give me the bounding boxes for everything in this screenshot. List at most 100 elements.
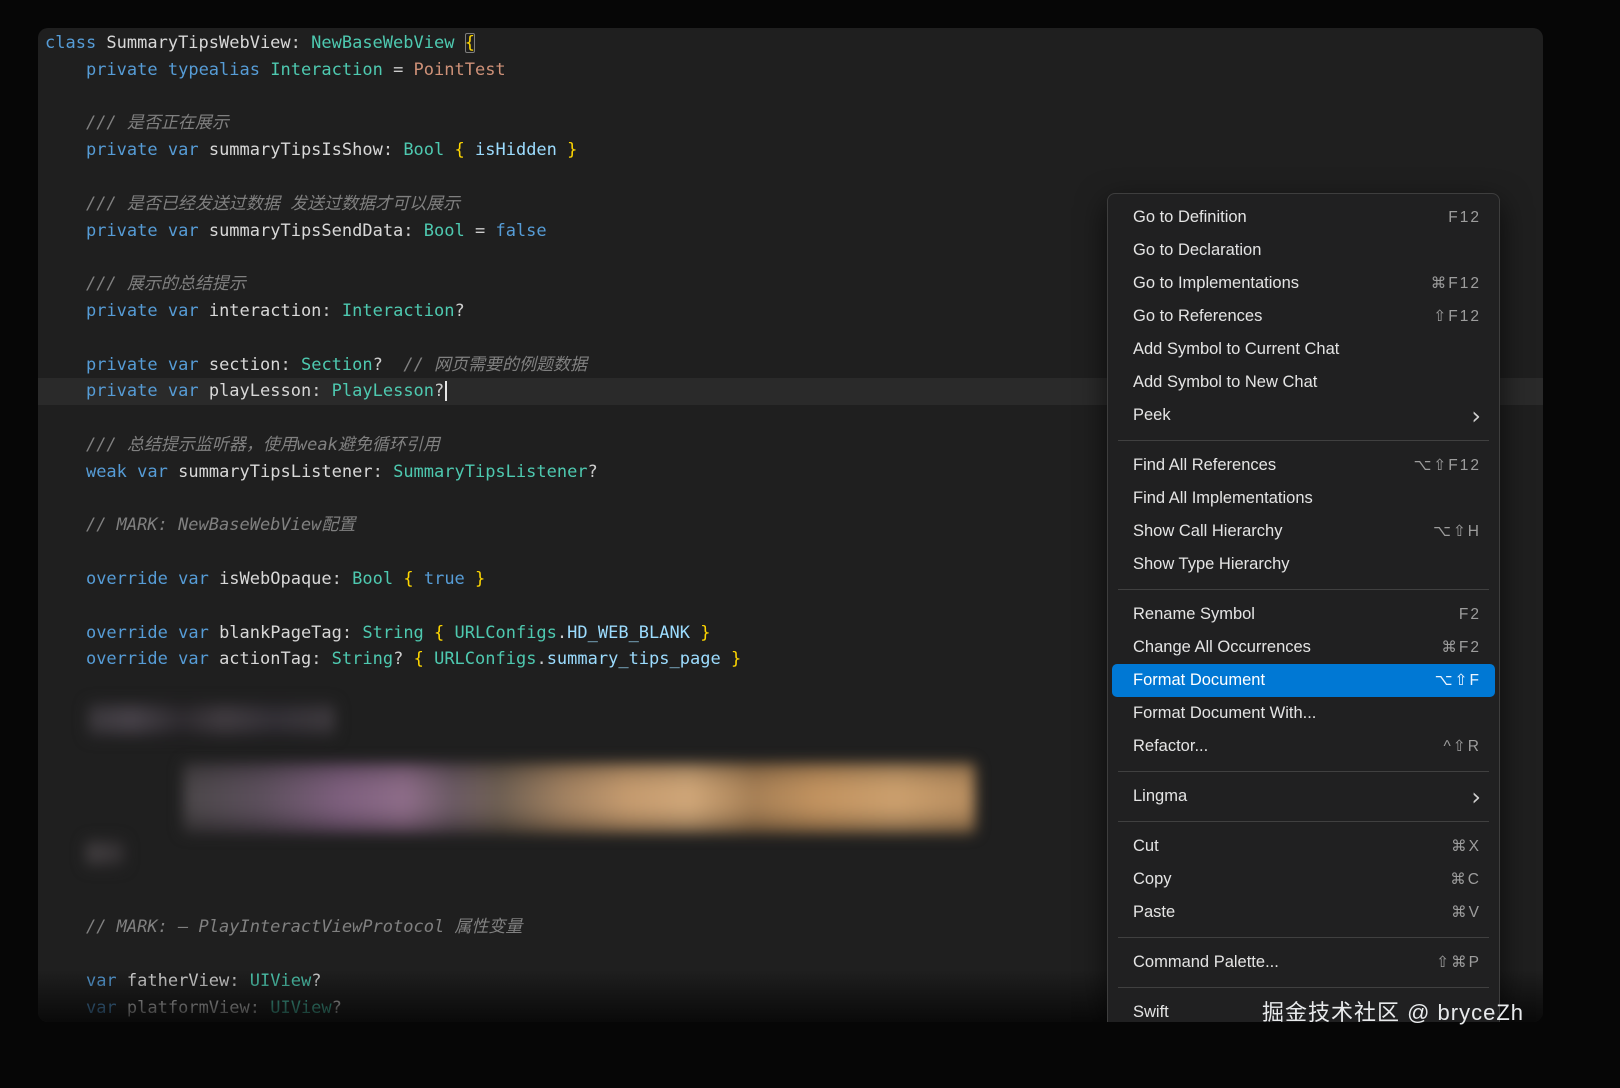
code-token: PlayLesson xyxy=(332,381,434,401)
code-token: { xyxy=(414,649,424,669)
code-token xyxy=(45,569,86,589)
code-token xyxy=(168,649,178,669)
menu-item-shortcut: ⌥⇧H xyxy=(1433,522,1481,541)
menu-item-add-symbol-to-new-chat[interactable]: Add Symbol to New Chat xyxy=(1112,366,1495,399)
menu-item-label: Go to Implementations xyxy=(1133,274,1431,293)
code-token xyxy=(444,623,454,643)
code-token: : xyxy=(373,462,393,482)
code-token xyxy=(199,301,209,321)
code-token: Section xyxy=(301,355,373,375)
code-token xyxy=(45,435,86,455)
code-token: override xyxy=(86,569,168,589)
code-token: : xyxy=(280,355,300,375)
menu-item-copy[interactable]: Copy⌘C xyxy=(1112,863,1495,896)
code-token: interaction xyxy=(209,301,322,321)
menu-item-command-palette[interactable]: Command Palette...⇧⌘P xyxy=(1112,946,1495,979)
code-token: UIView xyxy=(250,971,311,991)
code-token: : xyxy=(229,971,249,991)
code-token: true xyxy=(424,569,465,589)
menu-item-add-symbol-to-current-chat[interactable]: Add Symbol to Current Chat xyxy=(1112,333,1495,366)
menu-item-find-all-implementations[interactable]: Find All Implementations xyxy=(1112,482,1495,515)
code-token: section xyxy=(209,355,281,375)
code-token xyxy=(199,381,209,401)
menu-item-show-type-hierarchy[interactable]: Show Type Hierarchy xyxy=(1112,548,1495,581)
code-token: ? xyxy=(373,355,404,375)
code-line[interactable]: class SummaryTipsWebView: NewBaseWebView… xyxy=(38,30,1543,57)
code-line[interactable]: /// 是否正在展示 xyxy=(38,110,1543,137)
menu-item-rename-symbol[interactable]: Rename SymbolF2 xyxy=(1112,598,1495,631)
menu-item-shortcut: ⌘F2 xyxy=(1441,638,1481,657)
code-token xyxy=(158,140,168,160)
code-token: summaryTipsListener xyxy=(178,462,372,482)
menu-item-go-to-declaration[interactable]: Go to Declaration xyxy=(1112,234,1495,267)
code-token xyxy=(454,33,464,53)
code-token xyxy=(199,221,209,241)
code-token: { xyxy=(434,623,444,643)
menu-item-label: Cut xyxy=(1133,837,1451,856)
code-token: private xyxy=(86,221,158,241)
menu-item-shortcut: ⌘F12 xyxy=(1431,274,1481,293)
code-token xyxy=(45,113,86,133)
code-token: URLConfigs xyxy=(434,649,536,669)
menu-item-shortcut: ⌘C xyxy=(1450,870,1481,889)
code-token: { xyxy=(465,33,475,53)
menu-item-label: Lingma xyxy=(1133,787,1463,806)
code-token: var xyxy=(168,140,199,160)
menu-item-find-all-references[interactable]: Find All References⌥⇧F12 xyxy=(1112,449,1495,482)
code-token: ? xyxy=(393,649,413,669)
menu-item-shortcut: ⇧⌘P xyxy=(1436,953,1481,972)
code-token xyxy=(209,569,219,589)
code-token xyxy=(168,623,178,643)
menu-item-label: Go to References xyxy=(1133,307,1433,326)
code-token: var xyxy=(178,649,209,669)
menu-item-lingma[interactable]: Lingma› xyxy=(1112,780,1495,813)
code-token xyxy=(45,221,86,241)
code-token: HD_WEB_BLANK xyxy=(567,623,690,643)
code-token: var xyxy=(86,971,117,991)
code-token xyxy=(45,301,86,321)
menu-item-format-document[interactable]: Format Document⌥⇧F xyxy=(1112,664,1495,697)
menu-item-label: Paste xyxy=(1133,903,1451,922)
code-token: : xyxy=(250,998,270,1018)
menu-item-peek[interactable]: Peek› xyxy=(1112,399,1495,432)
code-token xyxy=(444,140,454,160)
code-token: private xyxy=(86,355,158,375)
code-token: } xyxy=(700,623,710,643)
code-token: : xyxy=(311,381,331,401)
code-token xyxy=(158,301,168,321)
menu-item-cut[interactable]: Cut⌘X xyxy=(1112,830,1495,863)
code-line[interactable]: private var summaryTipsIsShow: Bool { is… xyxy=(38,137,1543,164)
code-token: isWebOpaque xyxy=(219,569,332,589)
code-token xyxy=(45,971,86,991)
menu-item-format-document-with[interactable]: Format Document With... xyxy=(1112,697,1495,730)
menu-separator xyxy=(1118,589,1489,590)
code-token: : xyxy=(403,221,423,241)
menu-item-go-to-definition[interactable]: Go to DefinitionF12 xyxy=(1112,201,1495,234)
menu-item-go-to-implementations[interactable]: Go to Implementations⌘F12 xyxy=(1112,267,1495,300)
code-line[interactable] xyxy=(38,164,1543,191)
code-token xyxy=(557,140,567,160)
code-token: var xyxy=(168,301,199,321)
code-token: var xyxy=(178,623,209,643)
menu-separator xyxy=(1118,771,1489,772)
menu-item-change-all-occurrences[interactable]: Change All Occurrences⌘F2 xyxy=(1112,631,1495,664)
menu-item-go-to-references[interactable]: Go to References⇧F12 xyxy=(1112,300,1495,333)
code-token: } xyxy=(731,649,741,669)
code-token: ? xyxy=(434,381,444,401)
menu-separator xyxy=(1118,937,1489,938)
code-token: . xyxy=(557,623,567,643)
menu-item-label: Refactor... xyxy=(1133,737,1444,756)
code-token: private xyxy=(86,381,158,401)
menu-item-paste[interactable]: Paste⌘V xyxy=(1112,896,1495,929)
menu-item-refactor[interactable]: Refactor...^⇧R xyxy=(1112,730,1495,763)
code-token xyxy=(393,569,403,589)
code-token: SummaryTipsWebView xyxy=(106,33,290,53)
code-token: isHidden xyxy=(475,140,557,160)
code-token: var xyxy=(86,998,117,1018)
menu-item-show-call-hierarchy[interactable]: Show Call Hierarchy⌥⇧H xyxy=(1112,515,1495,548)
code-token xyxy=(168,569,178,589)
code-line[interactable]: private typealias Interaction = PointTes… xyxy=(38,57,1543,84)
code-line[interactable] xyxy=(38,84,1543,111)
menu-item-shortcut: ⌥⇧F12 xyxy=(1413,456,1481,475)
code-token: : xyxy=(332,569,352,589)
